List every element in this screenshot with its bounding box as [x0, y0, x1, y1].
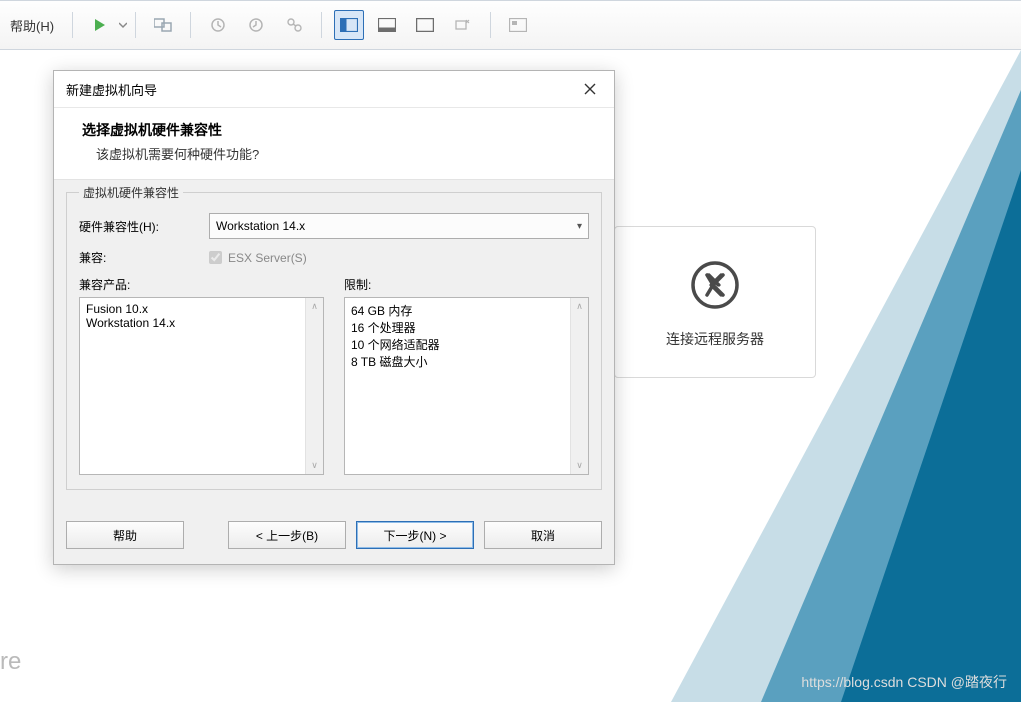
compat-group: 虚拟机硬件兼容性 硬件兼容性(H): Workstation 14.x ▾ 兼容…	[66, 184, 602, 490]
scrollbar[interactable]: ∧∨	[570, 298, 588, 474]
dropdown-value: Workstation 14.x	[216, 219, 305, 233]
next-button[interactable]: 下一步(N) >	[356, 521, 474, 549]
products-caption: 兼容产品:	[79, 276, 324, 293]
chevron-down-icon[interactable]	[119, 21, 127, 29]
console-icon	[509, 18, 527, 32]
snapshot-button[interactable]	[203, 10, 233, 40]
view-bottom-button[interactable]	[372, 10, 402, 40]
esx-checkbox-input	[209, 251, 222, 264]
new-vm-wizard-dialog: 新建虚拟机向导 选择虚拟机硬件兼容性 该虚拟机需要何种硬件功能? 虚拟机硬件兼容…	[53, 70, 615, 565]
chevron-down-icon: ▾	[577, 221, 582, 232]
limits-caption: 限制:	[344, 276, 589, 293]
unity-button[interactable]	[448, 10, 478, 40]
menu-help[interactable]: 帮助(H)	[0, 1, 64, 49]
revert-button[interactable]	[241, 10, 271, 40]
limits-list[interactable]: 64 GB 内存 16 个处理器 10 个网络适配器 8 TB 磁盘大小 ∧∨	[344, 297, 589, 475]
compatible-products-list[interactable]: Fusion 10.x Workstation 14.x ∧∨	[79, 297, 324, 475]
view-sidebar-button[interactable]	[334, 10, 364, 40]
separator	[490, 12, 491, 38]
console-view-button[interactable]	[503, 10, 533, 40]
group-legend: 虚拟机硬件兼容性	[79, 184, 183, 201]
dialog-title: 新建虚拟机向导	[66, 80, 157, 99]
unity-icon	[454, 18, 472, 32]
connect-remote-server-card[interactable]: 连接远程服务器	[614, 226, 816, 378]
hardware-compat-dropdown[interactable]: Workstation 14.x ▾	[209, 213, 589, 239]
list-item: 8 TB 磁盘大小	[351, 353, 582, 370]
list-item: 10 个网络适配器	[351, 336, 582, 353]
main-toolbar: 帮助(H)	[0, 0, 1021, 50]
list-item: 16 个处理器	[351, 319, 582, 336]
fullscreen-button[interactable]	[410, 10, 440, 40]
footer-fragment: re	[0, 648, 21, 676]
dialog-footer: 帮助 < 上一步(B) 下一步(N) > 取消	[54, 506, 614, 564]
clock-icon	[210, 17, 226, 33]
manage-snapshots-button[interactable]	[279, 10, 309, 40]
dialog-titlebar: 新建虚拟机向导	[54, 71, 614, 108]
devices-icon	[154, 17, 172, 33]
back-button[interactable]: < 上一步(B)	[228, 521, 346, 549]
devices-button[interactable]	[148, 10, 178, 40]
compatible-label: 兼容:	[79, 249, 209, 266]
header-title: 选择虚拟机硬件兼容性	[82, 120, 586, 140]
play-icon	[92, 17, 108, 33]
separator	[190, 12, 191, 38]
list-item: 64 GB 内存	[351, 302, 582, 319]
connect-server-icon	[685, 255, 745, 315]
dialog-body: 虚拟机硬件兼容性 硬件兼容性(H): Workstation 14.x ▾ 兼容…	[54, 179, 614, 506]
list-item: Fusion 10.x	[86, 302, 317, 316]
dialog-header: 选择虚拟机硬件兼容性 该虚拟机需要何种硬件功能?	[54, 108, 614, 179]
separator	[321, 12, 322, 38]
list-item: Workstation 14.x	[86, 316, 317, 330]
separator	[135, 12, 136, 38]
separator	[72, 12, 73, 38]
snapshot-manager-icon	[286, 17, 302, 33]
power-on-button[interactable]	[85, 10, 115, 40]
header-subtitle: 该虚拟机需要何种硬件功能?	[82, 144, 586, 163]
bottom-view-icon	[378, 18, 396, 32]
esx-label: ESX Server(S)	[228, 251, 307, 265]
sidebar-view-icon	[340, 18, 358, 32]
compat-label: 硬件兼容性(H):	[79, 218, 209, 235]
close-icon	[584, 83, 596, 95]
clock-back-icon	[248, 17, 264, 33]
esx-server-checkbox[interactable]: ESX Server(S)	[209, 251, 307, 265]
card-label: 连接远程服务器	[666, 329, 764, 349]
fullscreen-icon	[416, 18, 434, 32]
cancel-button[interactable]: 取消	[484, 521, 602, 549]
scrollbar[interactable]: ∧∨	[305, 298, 323, 474]
close-button[interactable]	[570, 73, 610, 105]
watermark: https://blog.csdn CSDN @踏夜行	[801, 672, 1007, 692]
help-button[interactable]: 帮助	[66, 521, 184, 549]
